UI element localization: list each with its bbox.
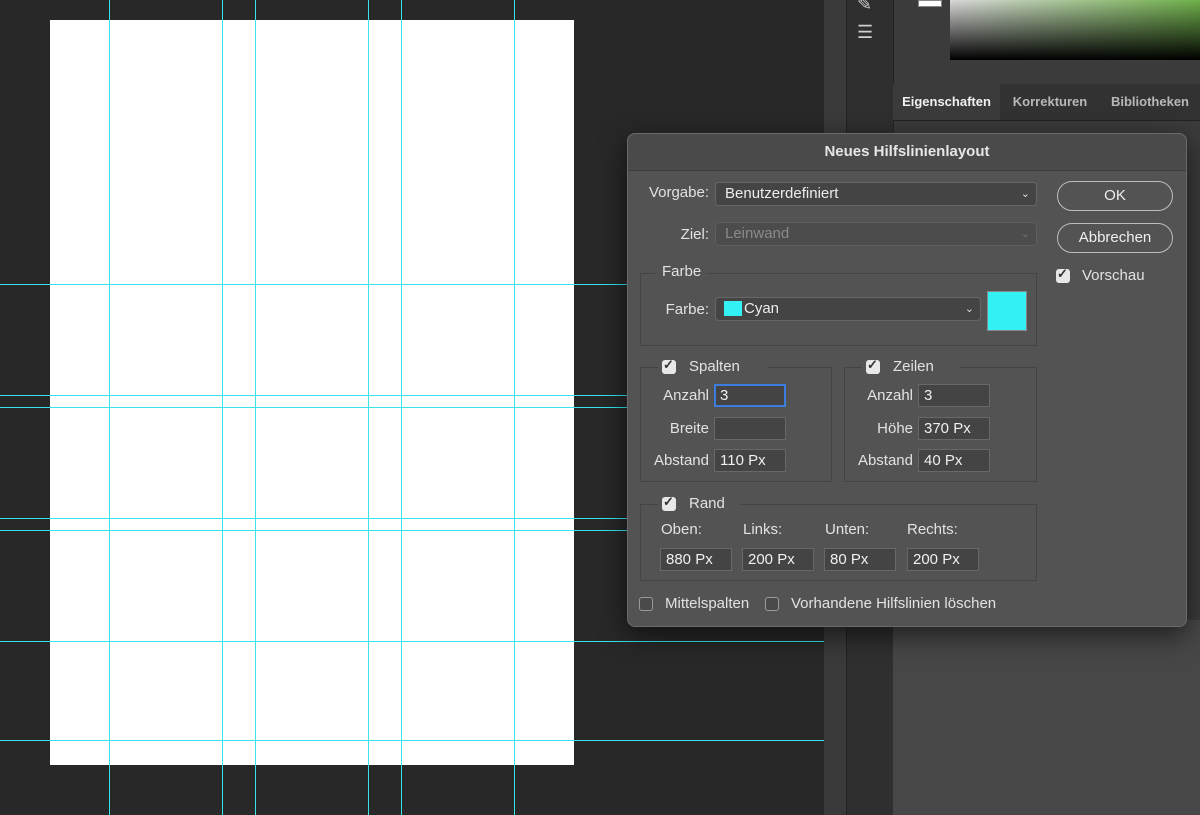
color-value: Cyan — [744, 300, 780, 317]
columns-count-input[interactable]: 3 — [714, 384, 786, 407]
preset-label: Vorgabe: — [648, 184, 709, 201]
panel-lower-area — [893, 620, 1200, 815]
cancel-button[interactable]: Abbrechen — [1057, 223, 1173, 253]
margin-top-label: Oben: — [661, 521, 702, 538]
margin-left-label: Links: — [743, 521, 783, 538]
brush-icon[interactable]: ✎ — [857, 0, 872, 15]
target-value: Leinwand — [725, 225, 790, 242]
preview-checkbox[interactable] — [1056, 266, 1070, 283]
preset-value: Benutzerdefiniert — [725, 185, 839, 202]
horizontal-guide[interactable] — [0, 641, 824, 642]
rows-title: Zeilen — [893, 358, 934, 375]
margin-header: Rand — [658, 494, 740, 513]
rows-header: Zeilen — [862, 357, 960, 376]
adjustments-sliders-icon[interactable]: ☰ — [857, 22, 873, 43]
cyan-swatch-icon — [724, 301, 742, 316]
rows-height-label: Höhe — [877, 420, 913, 437]
preview-label: Vorschau — [1082, 267, 1145, 284]
columns-width-input[interactable] — [714, 417, 786, 440]
color-select[interactable]: Cyan ⌄ — [715, 297, 981, 321]
target-select: Leinwand ⌄ — [715, 222, 1037, 246]
columns-width-label: Breite — [669, 420, 709, 437]
columns-gutter-label: Abstand — [653, 452, 709, 469]
panel-tabs: Eigenschaften Korrekturen Bibliotheken — [893, 84, 1200, 121]
columns-checkbox[interactable] — [662, 357, 676, 374]
clear-guides-label: Vorhandene Hilfslinien löschen — [791, 595, 997, 612]
clear-guides-checkbox[interactable] — [765, 597, 779, 611]
chevron-down-icon: ⌄ — [1020, 228, 1030, 240]
tab-bibliotheken[interactable]: Bibliotheken — [1100, 84, 1200, 120]
margin-bottom-input[interactable]: 80 Px — [824, 548, 896, 571]
chevron-down-icon: ⌄ — [964, 303, 974, 315]
margin-checkbox[interactable] — [662, 494, 676, 511]
center-columns-checkbox[interactable] — [639, 597, 653, 611]
color-picker-field[interactable] — [950, 0, 1200, 60]
foreground-color-chip[interactable] — [918, 0, 942, 7]
tab-eigenschaften[interactable]: Eigenschaften — [893, 84, 1000, 120]
margin-bottom-label: Unten: — [825, 521, 870, 538]
margin-title: Rand — [689, 495, 725, 512]
rows-count-label: Anzahl — [867, 387, 913, 404]
margin-right-input[interactable]: 200 Px — [907, 548, 979, 571]
color-label: Farbe: — [665, 301, 709, 318]
center-columns-label: Mittelspalten — [665, 595, 750, 612]
rows-count-input[interactable]: 3 — [918, 384, 990, 407]
rows-gutter-input[interactable]: 40 Px — [918, 449, 990, 472]
margin-left-input[interactable]: 200 Px — [742, 548, 814, 571]
color-group-title: Farbe — [656, 263, 708, 280]
chevron-down-icon: ⌄ — [1020, 188, 1030, 200]
tab-korrekturen[interactable]: Korrekturen — [1000, 84, 1100, 120]
rows-checkbox[interactable] — [866, 357, 880, 374]
margin-right-label: Rechts: — [907, 521, 958, 538]
dialog-title: Neues Hilfslinienlayout — [628, 134, 1186, 171]
rows-height-input[interactable]: 370 Px — [918, 417, 990, 440]
document-page[interactable] — [50, 20, 574, 765]
columns-gutter-input[interactable]: 110 Px — [714, 449, 786, 472]
margin-top-input[interactable]: 880 Px — [660, 548, 732, 571]
horizontal-guide[interactable] — [0, 740, 824, 741]
color-swatch-button[interactable] — [987, 291, 1027, 331]
columns-count-label: Anzahl — [663, 387, 709, 404]
preset-select[interactable]: Benutzerdefiniert ⌄ — [715, 182, 1037, 206]
rows-gutter-label: Abstand — [857, 452, 913, 469]
columns-header: Spalten — [658, 357, 768, 376]
new-guide-layout-dialog: Neues Hilfslinienlayout Vorgabe: Benutze… — [627, 133, 1187, 627]
columns-title: Spalten — [689, 358, 740, 375]
ok-button[interactable]: OK — [1057, 181, 1173, 211]
target-label: Ziel: — [680, 226, 709, 243]
